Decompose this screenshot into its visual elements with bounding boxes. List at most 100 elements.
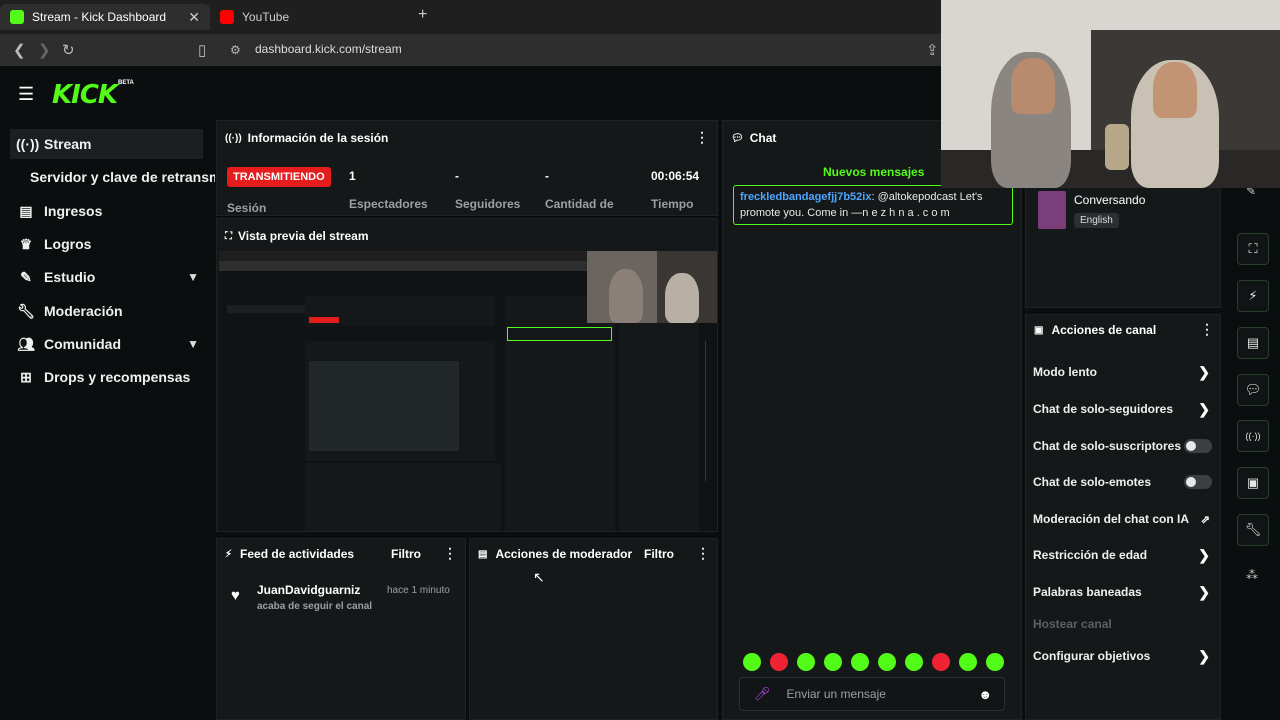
tab-kick-dashboard[interactable]: Stream - Kick Dashboard ✕ — [0, 4, 210, 30]
kick-logo[interactable]: KICK — [52, 80, 118, 110]
activity-toggle-button[interactable]: ⚡︎ — [1237, 280, 1269, 312]
language-tag: English — [1074, 213, 1119, 228]
sidebar-item-stream[interactable]: ((·)) Stream — [10, 129, 203, 159]
mod-filter-button[interactable]: Filtro — [644, 547, 674, 561]
configure-goals-row[interactable]: Configurar objetivos ❯ — [1025, 642, 1220, 670]
emote-icon[interactable] — [797, 653, 815, 671]
people-icon: 👥︎ — [17, 335, 35, 352]
sidebar-item-drops[interactable]: ⊞ Drops y recompensas — [0, 362, 215, 392]
back-icon[interactable]: ❮ — [13, 41, 26, 59]
age-restriction-row[interactable]: Restricción de edad ❯ — [1025, 541, 1220, 569]
video-icon: ▣ — [1246, 475, 1260, 490]
mod-actions-panel: ▤ Acciones de moderador Filtro ⋮ ↖ — [469, 538, 718, 720]
emote-icon[interactable] — [878, 653, 896, 671]
viewers-label: Espectadores — [349, 197, 428, 211]
wrench-icon: ▣ — [1034, 324, 1044, 336]
category-toggle-button[interactable]: ▣ — [1237, 467, 1269, 499]
kick-favicon-icon — [10, 10, 24, 24]
chat-username[interactable]: freckledbandagefjj7b52ix — [740, 191, 871, 203]
ai-moderation-row[interactable]: Moderación del chat con IA ⇗ — [1025, 505, 1220, 533]
sidebar-item-estudio[interactable]: ✎ Estudio ▼ — [0, 262, 215, 292]
session-toggle-button[interactable]: ((·)) — [1237, 420, 1269, 452]
feed-username[interactable]: JuanDavidguarniz — [257, 583, 360, 597]
emote-icon[interactable] — [932, 653, 950, 671]
sidebar-item-moderacion[interactable]: 🔧︎ Moderación — [0, 296, 215, 326]
emote-icon[interactable] — [986, 653, 1004, 671]
sidebar-item-stream-key[interactable]: Servidor y clave de retransmisión — [0, 162, 215, 192]
sidebar-item-label: Drops y recompensas — [44, 369, 191, 385]
banned-words-row[interactable]: Palabras baneadas ❯ — [1025, 578, 1220, 606]
share-icon[interactable]: ⇪ — [926, 41, 939, 59]
channel-actions-toggle-button[interactable]: 🔧︎ — [1237, 514, 1269, 546]
bookmark-icon[interactable]: ▯ — [198, 41, 206, 59]
chevron-right-icon: ❯ — [1198, 647, 1210, 664]
preview-toggle-button[interactable]: ⛶ — [1237, 233, 1269, 265]
url-field[interactable]: dashboard.kick.com/stream — [255, 42, 402, 56]
new-tab-icon[interactable]: + — [418, 6, 427, 24]
emote-icon[interactable] — [824, 653, 842, 671]
feed-filter-button[interactable]: Filtro — [391, 547, 421, 561]
layout-icon[interactable]: ⁂ — [1246, 568, 1258, 582]
gift-icon: ⊞ — [20, 368, 32, 385]
chevron-right-icon: ❯ — [1198, 546, 1210, 563]
chat-header: 💬︎ Chat — [731, 131, 776, 145]
more-options-icon[interactable]: ⋮ — [443, 545, 457, 562]
slow-mode-row[interactable]: Modo lento ❯ — [1025, 358, 1220, 386]
chat-toggle-button[interactable]: 💬︎ — [1237, 374, 1269, 406]
sidebar-item-label: Ingresos — [44, 203, 103, 219]
sidebar-item-ingresos[interactable]: ▤ Ingresos — [0, 196, 215, 226]
reload-icon[interactable]: ↻ — [62, 41, 75, 59]
action-label: Modo lento — [1033, 365, 1097, 379]
sidebar-item-label: Moderación — [44, 303, 123, 319]
more-options-icon[interactable]: ⋮ — [695, 129, 709, 146]
amount-value: - — [545, 169, 549, 183]
more-options-icon[interactable]: ⋮ — [1200, 321, 1214, 338]
close-tab-icon[interactable]: ✕ — [188, 9, 200, 26]
category-name[interactable]: Conversando — [1074, 193, 1145, 207]
forward-icon[interactable]: ❯ — [38, 41, 51, 59]
chevron-right-icon: ❯ — [1198, 583, 1210, 600]
emote-icon[interactable] — [743, 653, 761, 671]
subscribers-only-toggle[interactable] — [1184, 439, 1212, 453]
site-settings-icon[interactable]: ⚙ — [230, 43, 241, 57]
sidebar-item-label: Comunidad — [44, 336, 121, 352]
emote-icon[interactable] — [851, 653, 869, 671]
mouse-cursor-icon: ↖ — [533, 569, 545, 585]
category-thumbnail[interactable] — [1038, 191, 1066, 229]
chat-input[interactable]: 🎤︎ Enviar un mensaje ☻ — [739, 677, 1005, 711]
bolt-icon: ⚡︎ — [225, 548, 233, 560]
heart-icon: ♥ — [231, 587, 240, 604]
stream-preview-title: Vista previa del stream — [238, 229, 369, 243]
emote-icon[interactable] — [905, 653, 923, 671]
mod-actions-title: Acciones de moderador — [495, 547, 633, 561]
chevron-down-icon: ▼ — [187, 337, 199, 351]
tab-youtube[interactable]: YouTube — [210, 4, 410, 30]
subscribers-only-row: Chat de solo-suscriptores — [1025, 432, 1220, 460]
emote-icon[interactable] — [959, 653, 977, 671]
sidebar-item-logros[interactable]: ♛ Logros — [0, 229, 215, 259]
emotes-only-toggle[interactable] — [1184, 475, 1212, 489]
emotes-only-row: Chat de solo-emotes — [1025, 468, 1220, 496]
followers-only-row[interactable]: Chat de solo-seguidores ❯ — [1025, 395, 1220, 423]
time-value: 00:06:54 — [651, 169, 700, 183]
sidebar-item-label: Estudio — [44, 269, 96, 285]
emote-icon[interactable] — [770, 653, 788, 671]
microphone-icon[interactable]: 🎤︎ — [754, 686, 771, 702]
dashboard-page: ☰ KICK BETA ((·)) Stream Servidor y clav… — [0, 0, 1280, 720]
chat-message: freckledbandagefjj7b52ix: @altokepodcast… — [733, 185, 1013, 225]
chevron-right-icon: ❯ — [1198, 400, 1210, 417]
menu-icon[interactable]: ☰ — [18, 84, 34, 105]
action-label: Configurar objetivos — [1033, 649, 1151, 663]
youtube-favicon-icon — [220, 10, 234, 24]
feed-item: ♥ JuanDavidguarniz hace 1 minuto acaba d… — [227, 583, 463, 619]
chat-bubble-icon: 💬︎ — [1244, 382, 1262, 397]
beta-badge: BETA — [118, 80, 134, 86]
stream-preview-video[interactable] — [219, 251, 717, 531]
more-options-icon[interactable]: ⋮ — [696, 545, 710, 562]
emoji-picker-icon[interactable]: ☻ — [978, 687, 992, 702]
host-channel-row: Hostear canal — [1025, 610, 1220, 638]
chat-bubble-icon: 💬︎ — [731, 132, 744, 144]
new-messages-banner[interactable]: Nuevos mensajes — [823, 165, 924, 179]
sidebar-item-comunidad[interactable]: 👥︎ Comunidad ▼ — [0, 329, 215, 359]
mod-actions-toggle-button[interactable]: ▤ — [1237, 327, 1269, 359]
